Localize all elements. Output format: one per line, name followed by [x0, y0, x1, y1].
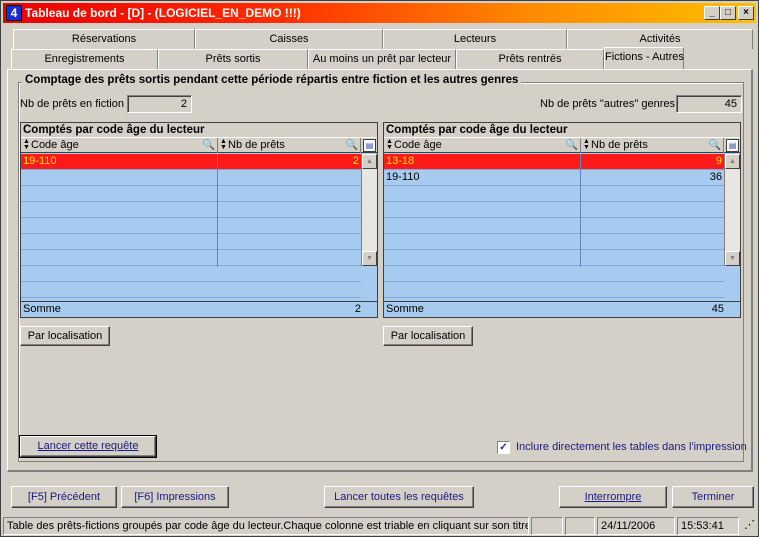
- table-row[interactable]: 19-110 2: [21, 154, 361, 170]
- sort-icon: ▲ ▼: [386, 138, 393, 151]
- table-options-icon[interactable]: ▤: [726, 139, 739, 152]
- tab-enregistrements[interactable]: Enregistrements: [11, 49, 158, 69]
- empty-table-row: [21, 170, 361, 186]
- resize-grip-icon[interactable]: ⋰: [741, 517, 756, 535]
- code-age-cell: 19-110: [386, 171, 420, 183]
- left-age-table[interactable]: Comptés par code âge du lecteur ▲ ▼ Code …: [20, 122, 378, 318]
- right-table-header: ▲ ▼ Code âge 🔍 ▲ ▼ Nb de prêts 🔍 ▤: [384, 137, 740, 153]
- tab-content-panel: Comptage des prêts sortis pendant cette …: [7, 69, 753, 472]
- empty-table-row: [384, 266, 724, 282]
- scroll-down-button[interactable]: ▼: [362, 251, 377, 266]
- sum-label: Somme: [23, 303, 61, 315]
- left-table-rows: 19-110 2: [21, 154, 361, 298]
- app-icon: 4: [6, 5, 22, 21]
- right-par-localisation-button[interactable]: Par localisation: [383, 326, 473, 346]
- tab-caisses[interactable]: Caisses: [195, 29, 383, 49]
- prints-button[interactable]: [F6] Impressions: [121, 486, 229, 508]
- empty-table-row: [21, 234, 361, 250]
- sort-icon: ▲ ▼: [220, 138, 227, 151]
- empty-table-row: [21, 218, 361, 234]
- right-col-code-age[interactable]: ▲ ▼ Code âge 🔍: [384, 138, 581, 153]
- include-tables-label[interactable]: Inclure directement les tables dans l'im…: [516, 441, 747, 453]
- search-icon[interactable]: 🔍: [709, 139, 721, 152]
- empty-table-row: [21, 282, 361, 298]
- empty-table-row: [21, 266, 361, 282]
- maximize-button[interactable]: □: [720, 6, 736, 20]
- right-age-table[interactable]: Comptés par code âge du lecteur ▲ ▼ Code …: [383, 122, 741, 318]
- left-col-code-age[interactable]: ▲ ▼ Code âge 🔍: [21, 138, 218, 153]
- empty-table-row: [384, 234, 724, 250]
- status-panel-empty: [531, 517, 563, 535]
- sum-label: Somme: [386, 303, 424, 315]
- tab-activites[interactable]: Activités: [567, 29, 753, 49]
- sum-value: 2: [354, 303, 361, 315]
- title-bar[interactable]: 4 Tableau de bord - [D] - (LOGICIEL_EN_D…: [3, 3, 756, 23]
- tab-lecteurs[interactable]: Lecteurs: [383, 29, 567, 49]
- fiction-count-value: 2: [127, 95, 192, 113]
- status-panel-empty: [565, 517, 595, 535]
- empty-table-row: [384, 186, 724, 202]
- empty-table-row: [384, 250, 724, 266]
- empty-table-row: [384, 202, 724, 218]
- table-row[interactable]: 19-110 36: [384, 170, 724, 186]
- right-sum-row: Somme 45: [384, 301, 740, 317]
- nb-prets-cell: 2: [352, 155, 359, 167]
- scroll-up-button[interactable]: ▲: [362, 154, 377, 169]
- nb-prets-cell: 36: [709, 171, 722, 183]
- empty-table-row: [384, 218, 724, 234]
- search-icon[interactable]: 🔍: [566, 139, 578, 152]
- empty-table-row: [21, 250, 361, 266]
- code-age-cell: 19-110: [23, 155, 57, 167]
- search-icon[interactable]: 🔍: [346, 139, 358, 152]
- window-title: Tableau de bord - [D] - (LOGICIEL_EN_DEM…: [25, 6, 301, 20]
- left-sum-row: Somme 2: [21, 301, 377, 317]
- tab-prets-rentres[interactable]: Prêts rentrés: [456, 49, 604, 69]
- nb-prets-cell: 9: [715, 155, 722, 167]
- run-all-queries-button[interactable]: Lancer toutes les requêtes: [324, 486, 474, 508]
- autres-count-value: 45: [676, 95, 742, 113]
- fiction-count-label: Nb de prêts en fiction: [20, 98, 124, 110]
- autres-count-label: Nb de prêts "autres" genres: [540, 98, 675, 110]
- minimize-button[interactable]: _: [704, 6, 720, 20]
- interrupt-button[interactable]: Interrompre: [559, 486, 667, 508]
- right-table-scrollbar[interactable]: ▲ ▼: [724, 154, 740, 266]
- right-col-nb-prets[interactable]: ▲ ▼ Nb de prêts 🔍: [581, 138, 724, 153]
- table-options-icon[interactable]: ▤: [363, 139, 376, 152]
- empty-table-row: [384, 282, 724, 298]
- previous-button[interactable]: [F5] Précédent: [11, 486, 117, 508]
- left-par-localisation-button[interactable]: Par localisation: [20, 326, 110, 346]
- left-col-nb-prets[interactable]: ▲ ▼ Nb de prêts 🔍: [218, 138, 361, 153]
- group-title: Comptage des prêts sortis pendant cette …: [22, 74, 522, 86]
- left-table-scrollbar[interactable]: ▲ ▼: [361, 154, 377, 266]
- finish-button[interactable]: Terminer: [672, 486, 754, 508]
- sort-icon: ▲ ▼: [583, 138, 590, 151]
- left-table-title: Comptés par code âge du lecteur: [21, 123, 377, 137]
- sort-icon: ▲ ▼: [23, 138, 30, 151]
- column-divider: [580, 154, 581, 267]
- tab-au-moins-un-pret[interactable]: Au moins un prêt par lecteur: [308, 49, 456, 69]
- tab-prets-sortis[interactable]: Prêts sortis: [158, 49, 308, 69]
- sum-value: 45: [711, 303, 724, 315]
- scroll-up-button[interactable]: ▲: [725, 154, 740, 169]
- right-table-rows: 13-18 9 19-110 36: [384, 154, 724, 298]
- close-button[interactable]: ×: [738, 6, 754, 20]
- tab-reservations[interactable]: Réservations: [13, 29, 195, 49]
- run-query-button[interactable]: Lancer cette requête: [19, 435, 157, 458]
- table-row[interactable]: 13-18 9: [384, 154, 724, 170]
- column-divider: [217, 154, 218, 267]
- status-time: 15:53:41: [677, 517, 739, 535]
- empty-table-row: [21, 186, 361, 202]
- scroll-down-button[interactable]: ▼: [725, 251, 740, 266]
- include-tables-checkbox[interactable]: ✓: [497, 441, 510, 454]
- status-message: Table des prêts-fictions groupés par cod…: [3, 517, 529, 535]
- search-icon[interactable]: 🔍: [203, 139, 215, 152]
- tab-fictions-autres[interactable]: Fictions - Autres: [604, 47, 684, 69]
- right-table-title: Comptés par code âge du lecteur: [384, 123, 740, 137]
- status-bar: Table des prêts-fictions groupés par cod…: [3, 517, 756, 535]
- status-date: 24/11/2006: [597, 517, 675, 535]
- code-age-cell: 13-18: [386, 155, 415, 167]
- empty-table-row: [21, 202, 361, 218]
- main-window: 4 Tableau de bord - [D] - (LOGICIEL_EN_D…: [0, 0, 759, 537]
- left-table-header: ▲ ▼ Code âge 🔍 ▲ ▼ Nb de prêts 🔍 ▤: [21, 137, 377, 153]
